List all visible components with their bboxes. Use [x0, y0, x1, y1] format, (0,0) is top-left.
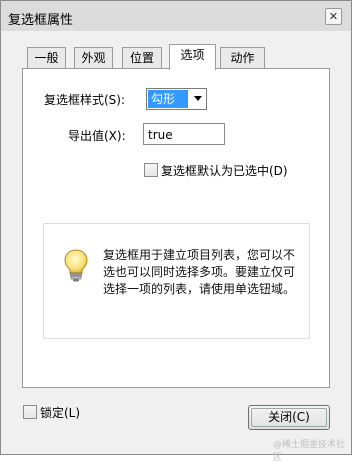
- lightbulb-icon: [64, 249, 88, 282]
- info-box: 复选框用于建立项目列表，您可以不选也可以同时选择多项。要建立仅可选择一项的列表，…: [43, 223, 310, 339]
- close-window-button[interactable]: ✕: [325, 8, 342, 25]
- tab-actions[interactable]: 动作: [220, 47, 265, 68]
- checkbox-style-value: 勾形: [148, 90, 188, 108]
- title-bar: 复选框属性 ✕: [1, 1, 351, 31]
- tab-options[interactable]: 选项: [169, 44, 216, 70]
- watermark: @稀土掘金技术社区: [273, 440, 346, 463]
- dialog-title: 复选框属性: [8, 13, 74, 28]
- close-button[interactable]: 关闭(C): [248, 405, 330, 430]
- checkbox-style-dropdown[interactable]: 勾形: [146, 88, 207, 110]
- close-icon: ✕: [328, 10, 339, 23]
- close-button-focus-ring: [251, 408, 327, 427]
- export-value-label: 导出值(X):: [68, 129, 126, 143]
- lock-label[interactable]: 锁定(L): [40, 404, 80, 421]
- export-value-field[interactable]: true: [143, 123, 225, 145]
- options-panel: 复选框样式(S): 勾形 导出值(X): true 复选框默认为已选中(D) 复…: [22, 68, 330, 388]
- tab-appearance[interactable]: 外观: [74, 47, 113, 68]
- default-checked-checkbox[interactable]: [144, 163, 158, 177]
- checkbox-properties-dialog: 复选框属性 ✕ 一般 外观 位置 选项 动作 复选框样式(S): 勾形 导出值(…: [0, 0, 352, 463]
- tab-position[interactable]: 位置: [122, 47, 162, 68]
- info-text: 复选框用于建立项目列表，您可以不选也可以同时选择多项。要建立仅可选择一项的列表，…: [103, 248, 296, 296]
- checkbox-style-label: 复选框样式(S):: [44, 93, 126, 107]
- chevron-down-icon: [194, 96, 202, 101]
- tab-general[interactable]: 一般: [27, 47, 66, 68]
- default-checked-label[interactable]: 复选框默认为已选中(D): [161, 162, 288, 179]
- lock-checkbox[interactable]: [23, 405, 37, 419]
